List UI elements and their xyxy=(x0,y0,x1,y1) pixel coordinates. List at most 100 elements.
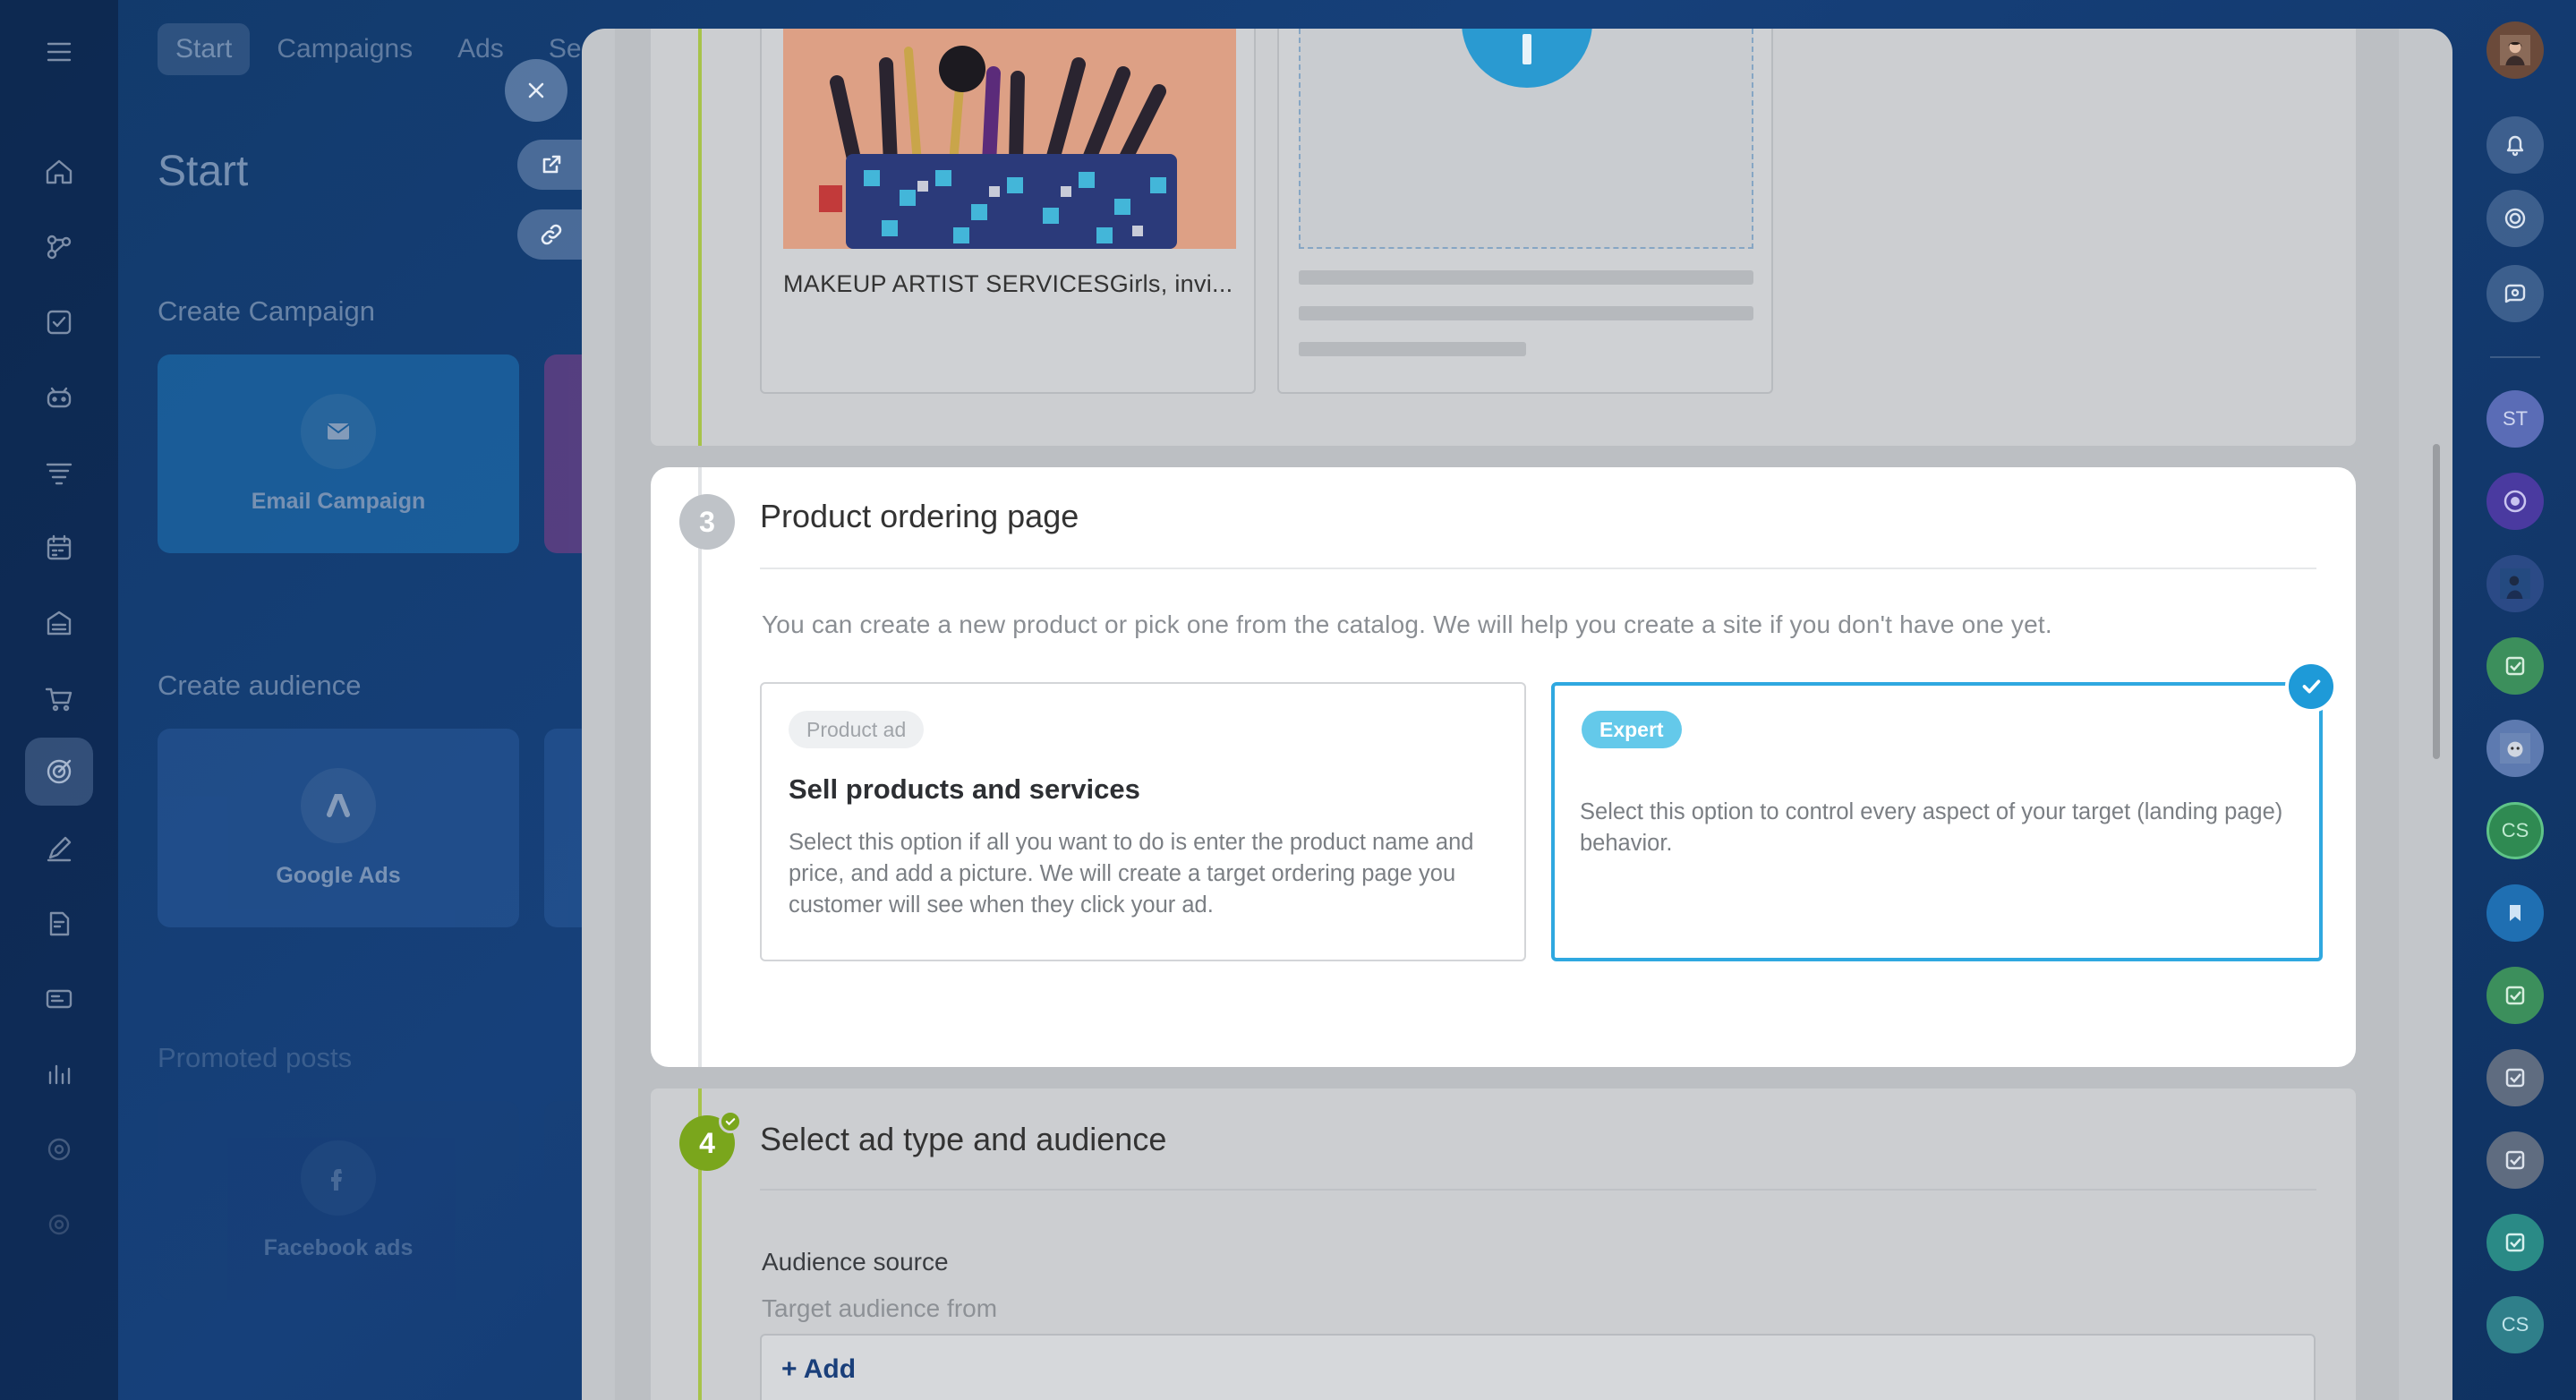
chat-avatar-task-1[interactable] xyxy=(2486,637,2544,695)
copy-link-button[interactable] xyxy=(517,209,585,260)
task-icon xyxy=(2505,1068,2525,1088)
search-chat-button[interactable] xyxy=(2486,265,2544,322)
settings-icon[interactable] xyxy=(32,1198,86,1251)
campaign-slider-panel: MAKEUP ARTIST SERVICESGirls, invi... 3 P… xyxy=(582,29,2452,1400)
menu-icon[interactable] xyxy=(32,25,86,79)
chat-avatar-cs[interactable]: CS xyxy=(2486,802,2544,859)
user-avatar[interactable] xyxy=(2486,21,2544,79)
background-app: Start Campaigns Ads Se Start Create Camp… xyxy=(118,0,584,1400)
divider xyxy=(760,1189,2316,1191)
step-2-section: MAKEUP ARTIST SERVICESGirls, invi... xyxy=(651,29,2356,446)
campaign-card-peek[interactable] xyxy=(544,354,584,553)
chat-avatar-group[interactable] xyxy=(2486,473,2544,530)
tab-start[interactable]: Start xyxy=(158,23,251,75)
option-title: Sell products and services xyxy=(789,773,1140,805)
notifications-button[interactable] xyxy=(2486,116,2544,174)
calendar-icon[interactable] xyxy=(32,521,86,575)
page-title: Start xyxy=(158,148,249,195)
add-site-circle[interactable] xyxy=(1462,29,1592,88)
create-audience-heading: Create audience xyxy=(158,670,362,701)
audience-card-peek[interactable] xyxy=(544,729,584,927)
chat-avatar-st[interactable]: ST xyxy=(2486,390,2544,448)
chat-search-icon xyxy=(2504,284,2526,303)
add-audience-button[interactable]: + Add xyxy=(760,1334,2316,1400)
option-description: Select this option to control every aspe… xyxy=(1580,799,2283,856)
home-icon[interactable] xyxy=(32,145,86,199)
chat-avatar-cs-2[interactable]: CS xyxy=(2486,1296,2544,1353)
placeholder-line xyxy=(1299,306,1753,320)
option-description: Select this option if all you want to do… xyxy=(789,830,1474,918)
site-preview-image xyxy=(783,29,1236,249)
site-card-makeup[interactable]: MAKEUP ARTIST SERVICESGirls, invi... xyxy=(760,29,1256,394)
timeline-line xyxy=(698,467,702,1067)
google-ads-icon xyxy=(301,767,376,843)
step-number-badge: 3 xyxy=(679,494,735,550)
plus-icon xyxy=(1523,34,1531,64)
option-product-ad[interactable]: Product ad Sell products and services Se… xyxy=(760,682,1526,961)
chat-avatar-cat[interactable] xyxy=(2486,720,2544,777)
facebook-icon xyxy=(301,1140,376,1216)
section-title: Product ordering page xyxy=(760,498,1079,534)
step-number: 4 xyxy=(699,1126,715,1159)
google-ads-label: Google Ads xyxy=(276,862,401,888)
timeline-line xyxy=(698,29,702,446)
site-card-caption: MAKEUP ARTIST SERVICESGirls, invi... xyxy=(783,270,1233,297)
storage-icon[interactable] xyxy=(32,596,86,650)
close-icon xyxy=(528,82,544,98)
avatar-initials: ST xyxy=(2502,407,2529,430)
facebook-ads-label: Facebook ads xyxy=(263,1234,414,1260)
google-ads-card[interactable]: Google Ads xyxy=(158,729,519,927)
bookmark-icon xyxy=(2510,905,2521,921)
new-site-placeholder xyxy=(1299,29,1753,249)
promoted-card-peek[interactable] xyxy=(544,1101,584,1300)
selected-check-icon xyxy=(2285,661,2337,713)
target-icon xyxy=(2504,208,2526,229)
audience-source-label: Audience source xyxy=(762,1248,949,1276)
facebook-ads-card[interactable]: Facebook ads xyxy=(158,1101,519,1300)
section-title: Select ad type and audience xyxy=(760,1121,1167,1157)
pen-icon[interactable] xyxy=(32,822,86,875)
placeholder-line xyxy=(1299,342,1526,356)
task-icon xyxy=(2505,986,2525,1005)
chat-avatar-task-3[interactable] xyxy=(2486,1049,2544,1106)
open-new-window-button[interactable] xyxy=(517,140,585,190)
rail-divider xyxy=(2490,356,2540,358)
avatar-initials: CS xyxy=(2501,1313,2529,1336)
step-number: 3 xyxy=(699,505,715,538)
close-slider-button[interactable] xyxy=(505,59,567,122)
tab-campaigns[interactable]: Campaigns xyxy=(259,23,431,75)
option-expert[interactable]: Expert Select this option to control eve… xyxy=(1551,682,2323,961)
add-button-label: + Add xyxy=(781,1354,857,1384)
id-card-icon[interactable] xyxy=(32,972,86,1026)
cart-icon[interactable] xyxy=(32,671,86,725)
activity-button[interactable] xyxy=(2486,190,2544,247)
email-icon xyxy=(301,393,376,469)
marketing-target-icon[interactable] xyxy=(25,738,93,806)
chat-avatar-task-5[interactable] xyxy=(2486,1214,2544,1271)
slider-content: MAKEUP ARTIST SERVICESGirls, invi... 3 P… xyxy=(615,29,2399,1400)
chat-avatar-task-2[interactable] xyxy=(2486,967,2544,1024)
placeholder-line xyxy=(1299,270,1753,285)
support-icon[interactable] xyxy=(32,1123,86,1176)
right-rail: ST CS CS xyxy=(2454,0,2576,1400)
email-campaign-card[interactable]: Email Campaign xyxy=(158,354,519,553)
tab-ads[interactable]: Ads xyxy=(439,23,522,75)
step-4-section: 4 Select ad type and audience Audience s… xyxy=(651,1088,2356,1400)
funnel-icon[interactable] xyxy=(32,446,86,499)
option-pill: Product ad xyxy=(789,711,925,748)
promoted-posts-heading: Promoted posts xyxy=(158,1042,353,1073)
scrollbar[interactable] xyxy=(2433,444,2440,759)
avatar-initials: CS xyxy=(2501,819,2529,841)
chat-avatar-bookmark[interactable] xyxy=(2486,884,2544,942)
robot-icon[interactable] xyxy=(32,371,86,424)
workflow-icon[interactable] xyxy=(32,220,86,274)
create-site-card[interactable] xyxy=(1277,29,1773,394)
chat-avatar-photo[interactable] xyxy=(2486,555,2544,612)
divider xyxy=(760,568,2316,569)
document-edit-icon[interactable] xyxy=(32,897,86,951)
chat-avatar-task-4[interactable] xyxy=(2486,1131,2544,1189)
analytics-icon[interactable] xyxy=(32,1047,86,1101)
task-icon xyxy=(2505,1233,2525,1252)
tasks-icon[interactable] xyxy=(32,295,86,349)
option-pill: Expert xyxy=(1582,711,1682,748)
